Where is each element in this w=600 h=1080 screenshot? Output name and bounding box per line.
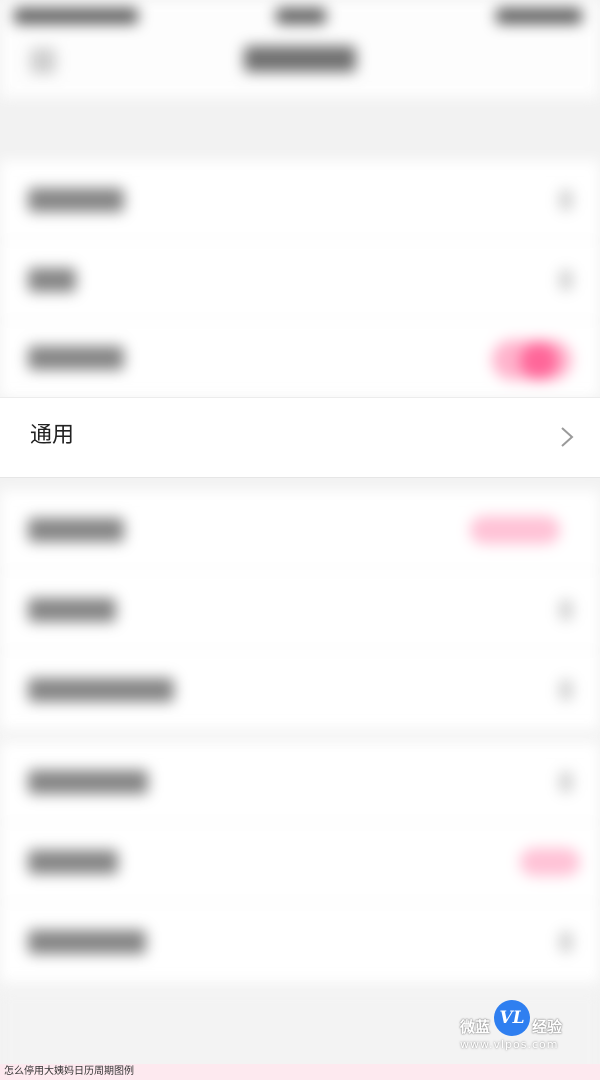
- watermark-right-text: 经验: [532, 1018, 563, 1036]
- settings-row[interactable]: [0, 742, 600, 823]
- watermark-left-text: 微蓝: [460, 1018, 491, 1036]
- status-time: [276, 8, 326, 24]
- status-carrier: [14, 8, 138, 24]
- settings-group-3: [0, 742, 600, 984]
- settings-group-2: [0, 490, 600, 731]
- chevron-right-icon: [561, 427, 574, 447]
- caption-text: 怎么停用大姨妈日历周期图例: [4, 1066, 134, 1077]
- page-title: [244, 46, 356, 72]
- row-label: [28, 518, 124, 542]
- settings-row-general[interactable]: 通用: [0, 397, 600, 478]
- row-label: [28, 850, 118, 874]
- settings-row-general-label: 通用: [30, 423, 75, 448]
- settings-group-1: [0, 160, 600, 399]
- settings-row[interactable]: [0, 822, 600, 903]
- row-label: [28, 346, 124, 370]
- blurred-background: [0, 0, 600, 1080]
- settings-row[interactable]: [0, 570, 600, 651]
- watermark: 微蓝 VL 经验 www.vlpos.com: [460, 1000, 570, 1056]
- caption-bar: 怎么停用大姨妈日历周期图例: [0, 1064, 600, 1080]
- row-label: [28, 268, 76, 292]
- watermark-logo-icon: VL: [494, 1000, 530, 1036]
- nav-bar: [0, 36, 600, 98]
- settings-row[interactable]: [0, 240, 600, 321]
- chevron-right-icon: [560, 772, 572, 792]
- watermark-url: www.vlpos.com: [460, 1038, 559, 1051]
- settings-row[interactable]: [0, 160, 600, 241]
- settings-row[interactable]: [0, 902, 600, 983]
- chevron-right-icon: [560, 270, 572, 290]
- chevron-right-icon: [560, 600, 572, 620]
- settings-row-toggle[interactable]: [0, 318, 600, 399]
- status-battery: [496, 8, 582, 24]
- back-icon[interactable]: [30, 48, 56, 74]
- status-badge: [520, 848, 580, 876]
- settings-row[interactable]: [0, 490, 600, 571]
- settings-row[interactable]: [0, 650, 600, 731]
- row-label: [28, 930, 146, 954]
- chevron-right-icon: [560, 680, 572, 700]
- row-label: [28, 188, 124, 212]
- row-label: [28, 598, 116, 622]
- chevron-right-icon: [560, 190, 572, 210]
- row-label: [28, 770, 148, 794]
- status-bar: [0, 0, 600, 36]
- chevron-right-icon: [560, 932, 572, 952]
- status-badge: [470, 516, 560, 544]
- row-label: [28, 678, 174, 702]
- toggle-switch[interactable]: [492, 340, 572, 380]
